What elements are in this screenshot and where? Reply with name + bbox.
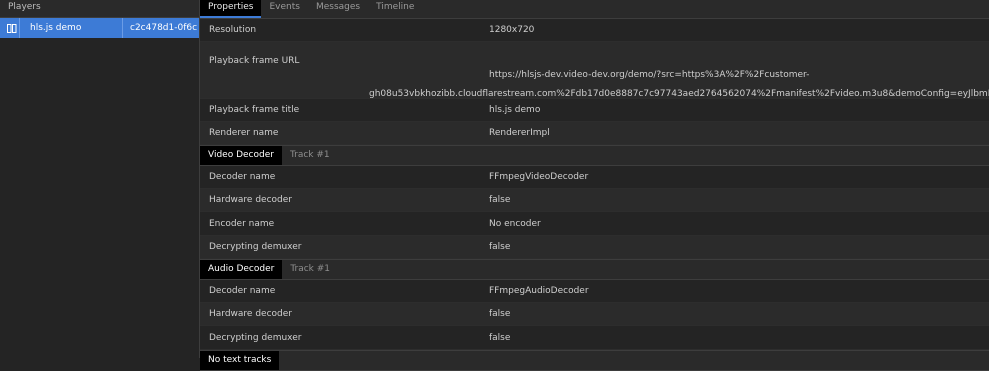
player-name: hls.js demo xyxy=(20,18,123,38)
property-value: FFmpegAudioDecoder xyxy=(489,286,589,296)
property-row-audio-decoder-name: Decoder name FFmpegAudioDecoder xyxy=(200,280,989,303)
audio-decoder-header: Audio Decoder Track #1 xyxy=(200,259,989,280)
property-value: RendererImpl xyxy=(489,128,550,138)
audio-track-tab[interactable]: Track #1 xyxy=(282,260,338,279)
property-value: false xyxy=(489,242,511,252)
property-row-video-decrypting-demuxer: Decrypting demuxer false xyxy=(200,236,989,259)
property-label: Decoder name xyxy=(209,286,276,296)
property-value-url-line2: gh08u53vbkhozibb.cloudflarestream.com%2F… xyxy=(369,89,989,99)
property-label: Hardware decoder xyxy=(209,309,292,319)
property-value: No encoder xyxy=(489,218,541,229)
tab-properties[interactable]: Properties xyxy=(200,0,262,18)
property-value: false xyxy=(489,332,511,343)
property-row-audio-decrypting-demuxer: Decrypting demuxer false xyxy=(200,326,989,350)
property-row-url: Playback frame URL https://hlsjs-dev.vid… xyxy=(200,42,989,99)
video-decoder-header: Video Decoder Track #1 xyxy=(200,145,989,166)
property-row-title: Playback frame title hls.js demo xyxy=(200,99,989,122)
property-label: Decrypting demuxer xyxy=(209,332,302,343)
property-label: Encoder name xyxy=(209,218,275,229)
players-sidebar: Players hls.js demo c2c478d1-0f6c xyxy=(0,0,200,358)
property-value: false xyxy=(489,309,511,319)
tab-timeline[interactable]: Timeline xyxy=(368,0,422,18)
video-track-tab[interactable]: Track #1 xyxy=(282,146,338,165)
property-row-resolution: Resolution 1280x720 xyxy=(200,19,989,42)
player-icon xyxy=(5,18,20,38)
tab-messages[interactable]: Messages xyxy=(308,0,368,18)
property-value: FFmpegVideoDecoder xyxy=(489,172,589,182)
property-label: Decrypting demuxer xyxy=(209,242,302,252)
text-tracks-header: No text tracks xyxy=(200,350,989,371)
tab-bar: Properties Events Messages Timeline xyxy=(200,0,989,19)
tab-events[interactable]: Events xyxy=(261,0,307,18)
property-label: Playback frame title xyxy=(209,105,300,115)
property-row-video-decoder-name: Decoder name FFmpegVideoDecoder xyxy=(200,166,989,189)
player-details-panel: Properties Events Messages Timeline Reso… xyxy=(200,0,989,371)
players-header: Players xyxy=(0,0,199,18)
property-label: Renderer name xyxy=(209,128,279,138)
property-label: Hardware decoder xyxy=(209,195,292,205)
property-row-renderer: Renderer name RendererImpl xyxy=(200,122,989,145)
property-label: Decoder name xyxy=(209,172,276,182)
property-row-video-encoder-name: Encoder name No encoder xyxy=(200,212,989,236)
property-row-audio-hardware-decoder: Hardware decoder false xyxy=(200,303,989,326)
player-list-item[interactable]: hls.js demo c2c478d1-0f6c xyxy=(0,18,199,38)
property-value: hls.js demo xyxy=(489,105,541,115)
property-label: Playback frame URL xyxy=(209,56,300,66)
video-decoder-tab[interactable]: Video Decoder xyxy=(200,146,282,165)
property-label: Resolution xyxy=(209,25,257,35)
property-value-url-line1: https://hlsjs-dev.video-dev.org/demo/?sr… xyxy=(489,70,810,80)
property-value: false xyxy=(489,195,511,205)
audio-decoder-tab[interactable]: Audio Decoder xyxy=(200,260,283,279)
no-text-tracks-tab[interactable]: No text tracks xyxy=(200,351,280,370)
property-row-video-hardware-decoder: Hardware decoder false xyxy=(200,189,989,212)
player-id: c2c478d1-0f6c xyxy=(130,23,198,33)
property-value: 1280x720 xyxy=(489,25,535,35)
